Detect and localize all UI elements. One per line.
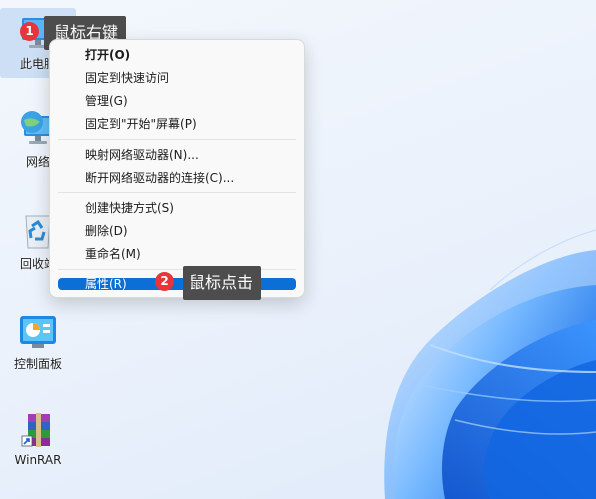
menu-item-pin-start[interactable]: 固定到"开始"屏幕(P) xyxy=(58,113,296,135)
desktop-icon-control-panel[interactable]: 控制面板 xyxy=(0,312,76,372)
desktop-icon-winrar[interactable]: WinRAR xyxy=(0,410,76,467)
menu-item-map-network-drive[interactable]: 映射网络驱动器(N)... xyxy=(58,144,296,166)
menu-item-label: 删除(D) xyxy=(85,224,128,238)
menu-item-label: 固定到快速访问 xyxy=(85,71,170,85)
menu-item-rename[interactable]: 重命名(M) xyxy=(58,243,296,265)
menu-item-label: 断开网络驱动器的连接(C)... xyxy=(85,171,235,185)
menu-item-label: 映射网络驱动器(N)... xyxy=(85,148,199,162)
menu-item-delete[interactable]: 删除(D) xyxy=(58,220,296,242)
menu-item-pin-quick-access[interactable]: 固定到快速访问 xyxy=(58,67,296,89)
menu-item-label: 管理(G) xyxy=(85,94,128,108)
menu-item-label: 创建快捷方式(S) xyxy=(85,201,174,215)
menu-item-label: 打开(O) xyxy=(85,48,131,62)
menu-item-label: 固定到"开始"屏幕(P) xyxy=(85,117,197,131)
menu-item-label: 重命名(M) xyxy=(85,247,141,261)
winrar-books-icon xyxy=(16,410,60,450)
menu-item-create-shortcut[interactable]: 创建快捷方式(S) xyxy=(58,197,296,219)
menu-separator xyxy=(58,139,296,140)
menu-item-disconnect-network-drive[interactable]: 断开网络驱动器的连接(C)... xyxy=(58,167,296,189)
control-panel-icon xyxy=(16,312,60,352)
annotation-text: 鼠标点击 xyxy=(189,273,254,292)
annotation-badge-2: 2 xyxy=(155,272,174,291)
desktop-icon-label: 控制面板 xyxy=(13,357,62,371)
annotation-badge-1: 1 xyxy=(20,22,39,41)
desktop[interactable]: 此电脑 网络 回收站 控制面板 WinRAR 鼠标右键 1 打开(O) 固定到快… xyxy=(0,0,596,499)
menu-item-manage[interactable]: 管理(G) xyxy=(58,90,296,112)
context-menu: 打开(O) 固定到快速访问 管理(G) 固定到"开始"屏幕(P) 映射网络驱动器… xyxy=(49,39,305,298)
menu-separator xyxy=(58,192,296,193)
desktop-icon-label: WinRAR xyxy=(14,453,62,467)
menu-item-label: 属性(R) xyxy=(85,277,127,291)
annotation-callout-2: 鼠标点击 xyxy=(183,266,262,300)
menu-item-open[interactable]: 打开(O) xyxy=(58,44,296,66)
